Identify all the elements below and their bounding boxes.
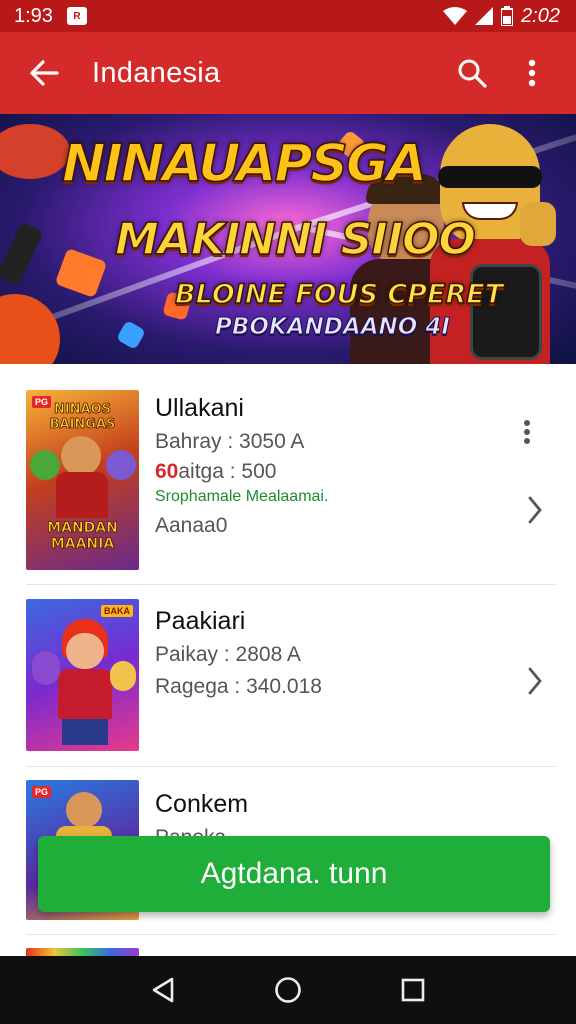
item-detail: Bahray : 3050 A [155,430,305,453]
decor-cube [54,247,108,299]
character-face [32,651,60,685]
divider [26,766,556,767]
character-face [61,436,101,476]
status-left: 1:93 R [14,5,87,28]
monster-glasses [438,166,542,188]
divider [26,584,556,585]
list-item[interactable] [26,948,556,956]
banner-caption: PBOKANDAANO 4I [215,314,451,341]
nav-home-button[interactable] [266,968,310,1012]
decor-cube [115,319,147,351]
search-icon [458,59,487,88]
chevron-right-icon [528,667,542,695]
chevron-right-icon [528,496,542,524]
divider [26,934,556,935]
item-detail: Paikay : 2808 A [155,643,301,666]
list-item[interactable]: BAKA Paakiari Paikay : 2808 A Ragega : 3… [26,599,556,751]
character-body [58,669,112,719]
item-open-button[interactable] [520,661,550,701]
circle-home-icon [275,977,301,1003]
character-face [66,792,102,828]
notification-icon: R [66,7,87,25]
signal-icon [475,7,494,25]
item-title: Paakiari [155,607,246,635]
banner-headline: NINAUAPSGA [61,133,427,195]
triangle-back-icon [152,977,173,1003]
character-body [56,472,108,518]
more-vertical-icon [528,59,536,87]
thumbnail-subtitle: MANDAN MAANIA [47,520,118,553]
battery-icon [501,6,514,26]
decor-ball [0,294,60,364]
character-face [106,450,136,480]
character-face [30,450,60,480]
monster-hand [520,202,556,246]
banner-tagline: BLOINE FOUS CPERET [174,278,504,311]
character-legs [62,719,108,745]
item-open-button[interactable] [520,490,550,530]
rating-badge: BAKA [101,605,133,617]
arrow-left-icon [30,60,59,86]
status-bar: 1:93 R 2:02 [0,0,576,32]
character-face [66,633,104,669]
list-item[interactable]: PG NINAOS BAINGAS MANDAN MAANIA Ullakani… [26,390,556,570]
character-face [110,661,136,691]
battery-time: 2:02 [521,4,560,27]
promo-banner[interactable]: NINAUAPSGA MAKINNI SIIOO BLOINE FOUS CPE… [0,114,576,364]
banner-subheadline: MAKINNI SIIOO [114,213,476,266]
app-bar: Indanesia [0,32,576,114]
more-vertical-icon [524,420,530,444]
item-detail-rest: aitga : 500 [178,460,277,483]
item-highlight: 60 [155,460,179,483]
game-thumbnail: PG NINAOS BAINGAS MANDAN MAANIA [26,390,139,570]
wifi-icon [443,7,468,25]
item-title: Ullakani [155,394,244,422]
game-thumbnail [26,948,139,956]
primary-action-button[interactable]: Agtdana. tunn [38,836,550,912]
item-detail: Ragega : 340.018 [155,675,322,698]
game-thumbnail: BAKA [26,599,139,751]
nav-recents-button[interactable] [391,968,435,1012]
item-detail: 60aitga : 500 [155,460,276,484]
status-right: 2:02 [443,5,560,28]
back-button[interactable] [24,53,64,93]
phone-icon [0,221,44,287]
square-recents-icon [402,978,425,1002]
search-button[interactable] [452,53,492,93]
item-detail: Aanaa0 [155,514,228,537]
decor-ball [0,124,70,179]
page-title: Indanesia [92,56,221,89]
thumbnail-title: NINAOS BAINGAS [49,402,116,433]
nav-back-button[interactable] [141,968,185,1012]
item-title: Conkem [155,790,249,818]
item-more-button[interactable] [512,412,542,452]
more-options-button[interactable] [512,53,552,93]
system-nav-bar [0,956,576,1024]
status-time: 1:93 [14,4,53,27]
item-description: Srophamale Mealaamai. [155,488,329,505]
rating-badge: PG [32,786,52,798]
